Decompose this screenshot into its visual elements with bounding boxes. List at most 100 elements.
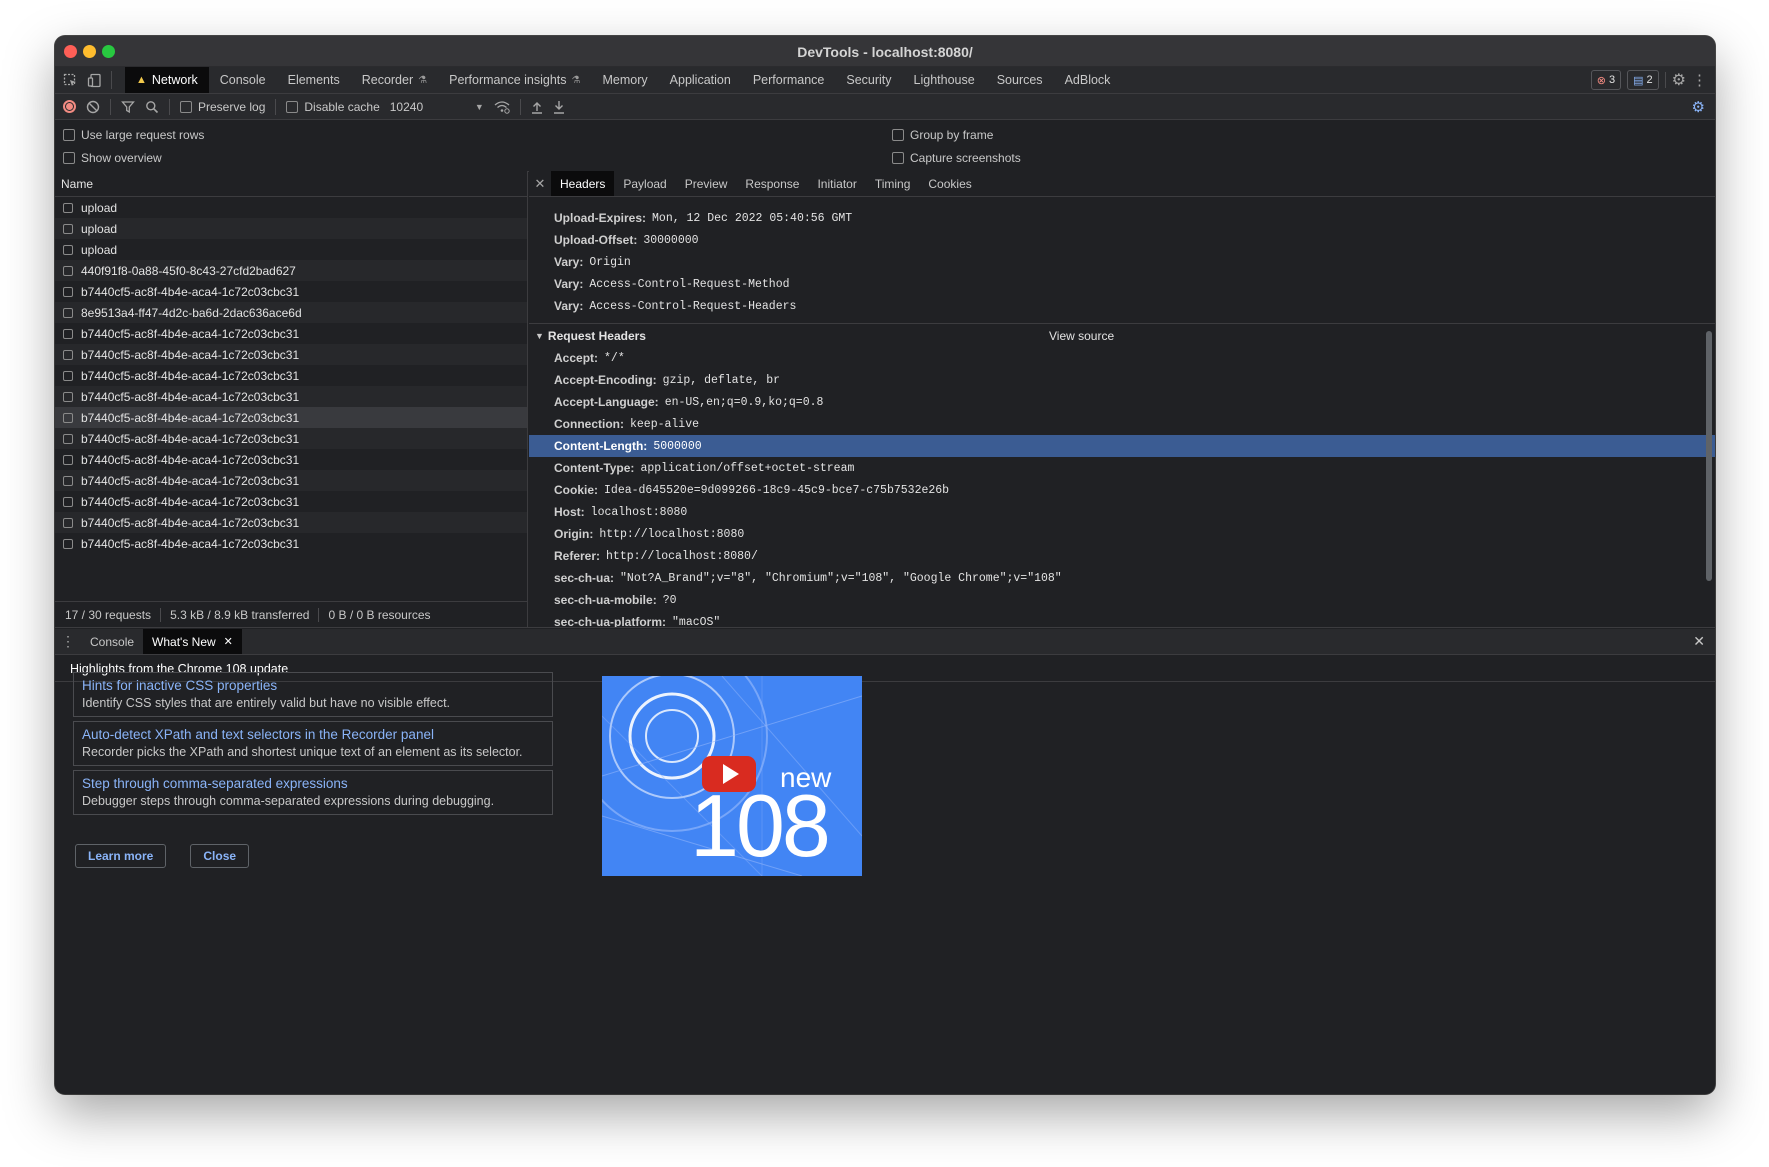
search-icon[interactable]: [145, 100, 159, 114]
device-toolbar-icon[interactable]: [87, 73, 102, 88]
header-row[interactable]: Host: localhost:8080: [529, 501, 1715, 523]
detail-tab-timing[interactable]: Timing: [866, 171, 920, 196]
request-row[interactable]: b7440cf5-ac8f-4b4e-aca4-1c72c03cbc31: [55, 512, 527, 533]
large-rows-checkbox[interactable]: Use large request rows: [63, 128, 204, 142]
errors-badge[interactable]: ⊗ 3: [1590, 70, 1622, 90]
capture-screenshots-checkbox[interactable]: Capture screenshots: [892, 151, 1021, 165]
header-value: http://localhost:8080: [599, 527, 745, 541]
name-column-header[interactable]: Name: [55, 171, 527, 197]
request-row[interactable]: b7440cf5-ac8f-4b4e-aca4-1c72c03cbc31: [55, 281, 527, 302]
request-row[interactable]: b7440cf5-ac8f-4b4e-aca4-1c72c03cbc31: [55, 386, 527, 407]
feature-card: Auto-detect XPath and text selectors in …: [73, 721, 553, 766]
request-row[interactable]: b7440cf5-ac8f-4b4e-aca4-1c72c03cbc31: [55, 365, 527, 386]
request-row[interactable]: upload: [55, 197, 527, 218]
request-name: b7440cf5-ac8f-4b4e-aca4-1c72c03cbc31: [81, 473, 300, 488]
header-row[interactable]: Vary: Origin: [529, 251, 1715, 273]
header-row[interactable]: sec-ch-ua: "Not?A_Brand";v="8", "Chromium…: [529, 567, 1715, 589]
export-har-icon[interactable]: [553, 100, 565, 114]
tab-performance-insights[interactable]: Performance insights ⚗: [438, 67, 591, 93]
tab-elements[interactable]: Elements: [277, 67, 351, 93]
request-row[interactable]: b7440cf5-ac8f-4b4e-aca4-1c72c03cbc31: [55, 449, 527, 470]
tab-recorder[interactable]: Recorder ⚗: [351, 67, 438, 93]
header-row[interactable]: Referer: http://localhost:8080/: [529, 545, 1715, 567]
import-har-icon[interactable]: [531, 100, 543, 114]
detail-tab-cookies[interactable]: Cookies: [919, 171, 980, 196]
header-row[interactable]: Accept-Encoding: gzip, deflate, br: [529, 369, 1715, 391]
tab-sources[interactable]: Sources: [986, 67, 1054, 93]
drawer-tab-whats-new[interactable]: What's New ✕: [143, 629, 242, 654]
network-conditions-icon[interactable]: [494, 100, 510, 114]
group-by-frame-checkbox[interactable]: Group by frame: [892, 128, 993, 142]
request-row[interactable]: b7440cf5-ac8f-4b4e-aca4-1c72c03cbc31: [55, 344, 527, 365]
request-row[interactable]: b7440cf5-ac8f-4b4e-aca4-1c72c03cbc31: [55, 491, 527, 512]
tab-memory[interactable]: Memory: [592, 67, 659, 93]
show-overview-checkbox[interactable]: Show overview: [63, 151, 162, 165]
feature-link[interactable]: Hints for inactive CSS properties: [82, 678, 544, 693]
request-name: 440f91f8-0a88-45f0-8c43-27cfd2bad627: [81, 263, 296, 278]
header-row[interactable]: Content-Type: application/offset+octet-st…: [529, 457, 1715, 479]
view-source-link[interactable]: View source: [1049, 329, 1114, 343]
filter-icon[interactable]: [121, 100, 135, 114]
preserve-log-checkbox[interactable]: Preserve log: [180, 100, 265, 114]
tab-application[interactable]: Application: [659, 67, 742, 93]
header-row[interactable]: Vary: Access-Control-Request-Headers: [529, 295, 1715, 317]
request-row[interactable]: 8e9513a4-ff47-4d2c-ba6d-2dac636ace6d: [55, 302, 527, 323]
chrome-108-video-thumbnail[interactable]: new 108: [602, 676, 862, 876]
request-row[interactable]: b7440cf5-ac8f-4b4e-aca4-1c72c03cbc31: [55, 533, 527, 554]
network-settings-icon[interactable]: ⚙: [1692, 98, 1705, 116]
header-row[interactable]: sec-ch-ua-mobile: ?0: [529, 589, 1715, 611]
request-name: b7440cf5-ac8f-4b4e-aca4-1c72c03cbc31: [81, 347, 300, 362]
header-row[interactable]: Cookie: Idea-d645520e=9d099266-18c9-45c9-…: [529, 479, 1715, 501]
header-row[interactable]: Upload-Expires: Mon, 12 Dec 2022 05:40:56…: [529, 207, 1715, 229]
request-row[interactable]: b7440cf5-ac8f-4b4e-aca4-1c72c03cbc31: [55, 428, 527, 449]
feature-link[interactable]: Step through comma-separated expressions: [82, 776, 544, 791]
header-row[interactable]: Vary: Access-Control-Request-Method: [529, 273, 1715, 295]
inspect-element-icon[interactable]: [63, 73, 78, 88]
request-row[interactable]: 440f91f8-0a88-45f0-8c43-27cfd2bad627: [55, 260, 527, 281]
detail-tab-payload[interactable]: Payload: [614, 171, 675, 196]
drawer-tab-console[interactable]: Console: [81, 629, 143, 654]
header-row[interactable]: sec-ch-ua-platform: "macOS": [529, 611, 1715, 627]
feature-link[interactable]: Auto-detect XPath and text selectors in …: [82, 727, 544, 742]
header-row[interactable]: Connection: keep-alive: [529, 413, 1715, 435]
detail-tab-initiator[interactable]: Initiator: [808, 171, 865, 196]
throttling-select[interactable]: 10240 ▼: [390, 100, 484, 114]
header-row[interactable]: Content-Length: 5000000: [529, 435, 1715, 457]
detail-scrollbar[interactable]: [1706, 331, 1712, 581]
detail-tab-response[interactable]: Response: [736, 171, 808, 196]
tab-lighthouse[interactable]: Lighthouse: [903, 67, 986, 93]
close-button[interactable]: Close: [190, 844, 250, 868]
disable-cache-checkbox[interactable]: Disable cache: [286, 100, 380, 114]
tab-adblock[interactable]: AdBlock: [1054, 67, 1122, 93]
tab-console[interactable]: Console: [209, 67, 277, 93]
learn-more-button[interactable]: Learn more: [75, 844, 167, 868]
messages-badge[interactable]: ▤ 2: [1627, 70, 1659, 90]
header-row[interactable]: Accept: */*: [529, 347, 1715, 369]
detail-tab-preview[interactable]: Preview: [676, 171, 737, 196]
tab-performance[interactable]: Performance: [742, 67, 836, 93]
request-row[interactable]: upload: [55, 218, 527, 239]
close-detail-icon[interactable]: ✕: [529, 176, 551, 192]
request-row[interactable]: b7440cf5-ac8f-4b4e-aca4-1c72c03cbc31: [55, 323, 527, 344]
clear-icon[interactable]: [86, 100, 100, 114]
close-tab-icon[interactable]: ✕: [224, 635, 233, 648]
header-row[interactable]: Accept-Language: en-US,en;q=0.9,ko;q=0.8: [529, 391, 1715, 413]
header-name: sec-ch-ua-mobile:: [554, 593, 657, 607]
tab-security[interactable]: Security: [835, 67, 902, 93]
more-options-icon[interactable]: ⋮: [1692, 71, 1707, 89]
request-headers-section[interactable]: ▼ Request Headers View source: [529, 323, 1715, 347]
settings-gear-icon[interactable]: ⚙: [1672, 70, 1686, 90]
tab-network[interactable]: ▲ Network: [125, 67, 209, 93]
drawer-menu-icon[interactable]: ⋮: [55, 633, 81, 650]
request-row[interactable]: b7440cf5-ac8f-4b4e-aca4-1c72c03cbc31: [55, 407, 527, 428]
request-count: 17 / 30 requests: [65, 607, 162, 622]
record-button[interactable]: [63, 100, 76, 113]
request-row[interactable]: b7440cf5-ac8f-4b4e-aca4-1c72c03cbc31: [55, 470, 527, 491]
header-row[interactable]: Upload-Offset: 30000000: [529, 229, 1715, 251]
close-drawer-icon[interactable]: ✕: [1693, 633, 1705, 650]
header-value: ?0: [662, 593, 677, 607]
request-row[interactable]: upload: [55, 239, 527, 260]
header-name: Accept-Encoding:: [554, 373, 657, 387]
detail-tab-headers[interactable]: Headers: [551, 171, 615, 196]
header-row[interactable]: Origin: http://localhost:8080: [529, 523, 1715, 545]
